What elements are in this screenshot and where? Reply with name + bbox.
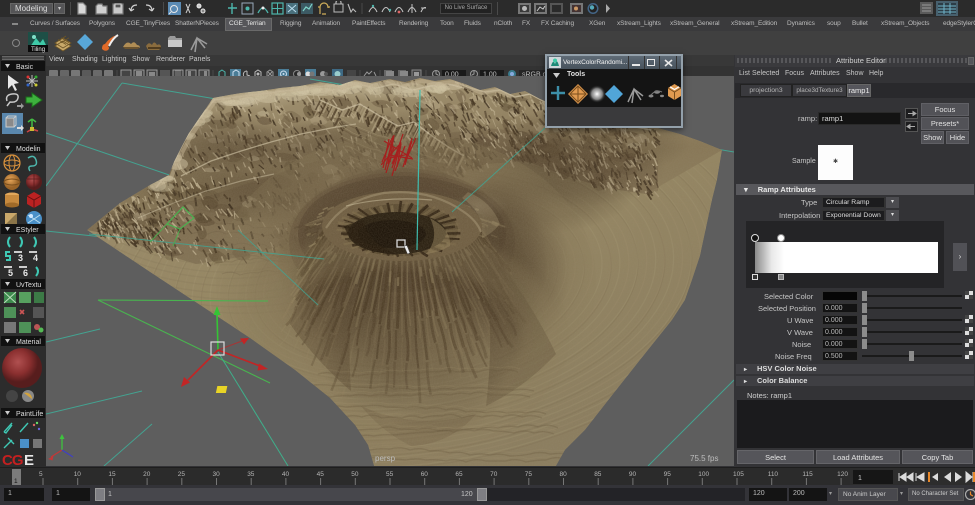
svg-text:5: 5 — [8, 268, 13, 278]
svg-text:35: 35 — [247, 471, 255, 478]
svg-text:persp: persp — [375, 454, 396, 463]
svg-text:Basic: Basic — [16, 64, 34, 71]
svg-text:3: 3 — [18, 253, 23, 263]
svg-text:1: 1 — [14, 478, 18, 485]
svg-text:PaintLife: PaintLife — [16, 411, 43, 418]
svg-text:100: 100 — [698, 471, 709, 478]
svg-text:110: 110 — [768, 471, 779, 478]
svg-text:85: 85 — [594, 471, 602, 478]
svg-text:EStyler: EStyler — [16, 227, 39, 234]
svg-text:75: 75 — [525, 471, 533, 478]
svg-text:90: 90 — [629, 471, 637, 478]
svg-text:CG: CG — [2, 452, 23, 467]
svg-text:4: 4 — [33, 253, 38, 263]
svg-text:45: 45 — [317, 471, 325, 478]
svg-text:UvTextu: UvTextu — [16, 282, 41, 289]
svg-text:120: 120 — [837, 471, 848, 478]
svg-text:25: 25 — [178, 471, 186, 478]
svg-text:105: 105 — [733, 471, 744, 478]
svg-text:Modelin: Modelin — [16, 146, 41, 153]
svg-text:E: E — [24, 452, 34, 467]
svg-text:30: 30 — [213, 471, 221, 478]
svg-text:6: 6 — [23, 268, 28, 278]
svg-text:Tiling: Tiling — [31, 47, 45, 53]
svg-text:Material: Material — [16, 339, 41, 346]
svg-text:55: 55 — [386, 471, 394, 478]
svg-text:40: 40 — [282, 471, 290, 478]
svg-text:10: 10 — [74, 471, 82, 478]
svg-text:80: 80 — [560, 471, 568, 478]
svg-text:115: 115 — [802, 471, 813, 478]
svg-text:5: 5 — [39, 471, 43, 478]
svg-text:15: 15 — [108, 471, 116, 478]
svg-text:1: 1 — [858, 475, 862, 482]
svg-text:65: 65 — [455, 471, 463, 478]
svg-text:60: 60 — [421, 471, 429, 478]
svg-text:70: 70 — [490, 471, 498, 478]
svg-text:75.5 fps: 75.5 fps — [690, 454, 718, 463]
svg-text:95: 95 — [664, 471, 672, 478]
svg-text:50: 50 — [351, 471, 359, 478]
svg-text:20: 20 — [143, 471, 151, 478]
